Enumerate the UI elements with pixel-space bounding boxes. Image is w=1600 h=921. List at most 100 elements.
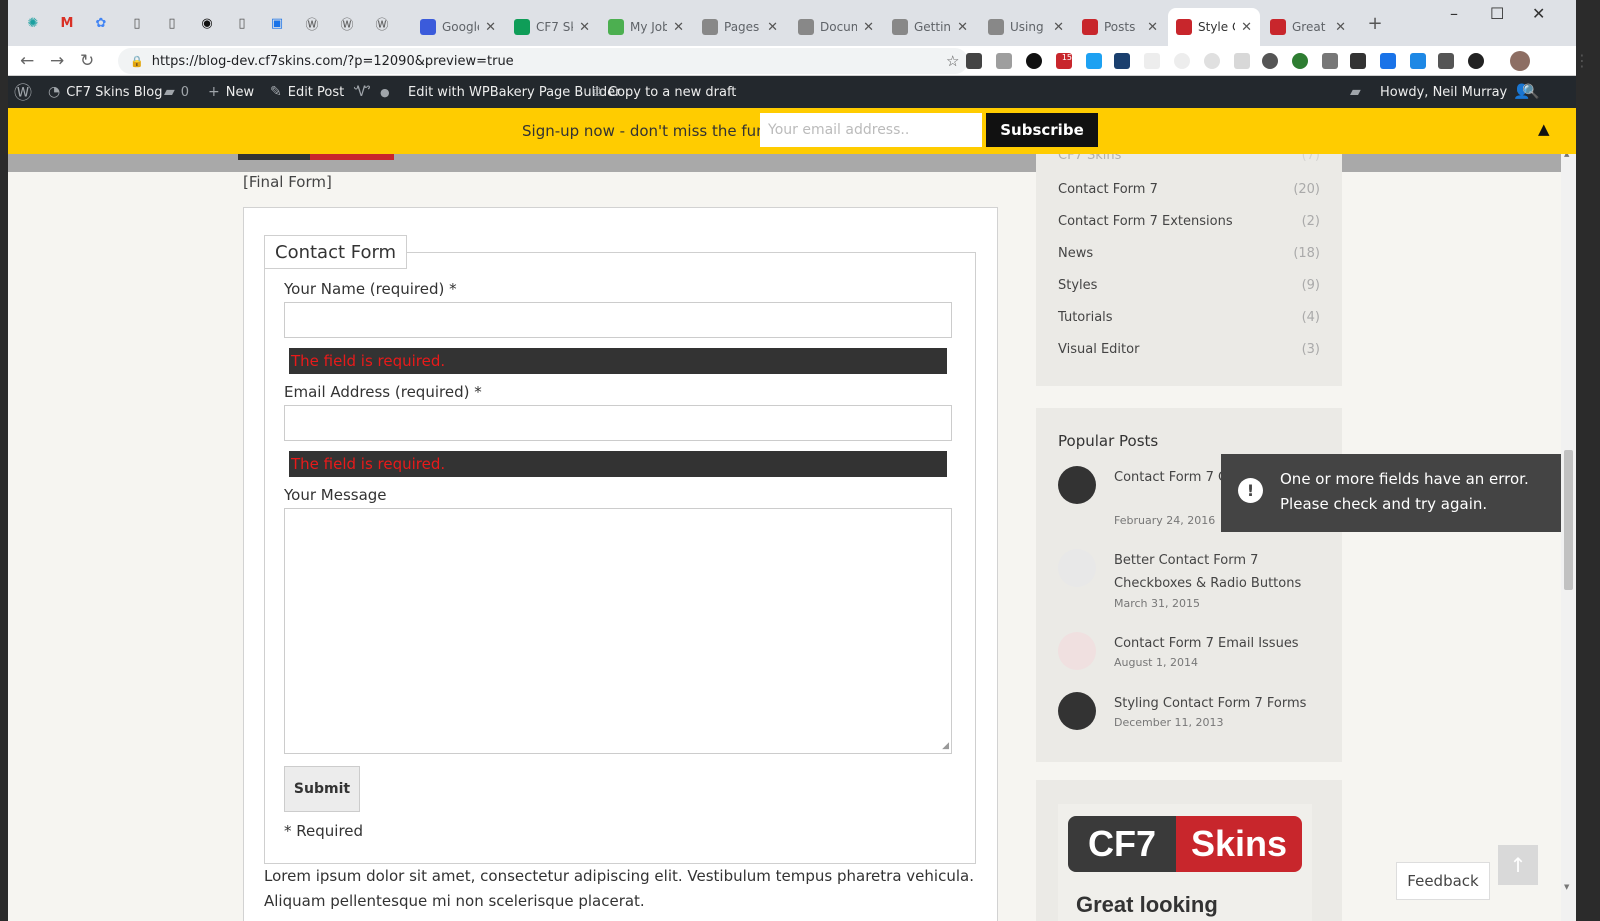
dark-circle-extension-icon[interactable] [1468,53,1484,69]
name-input[interactable] [284,302,952,338]
back-icon[interactable]: ← [20,51,34,71]
tab-close-icon[interactable]: ✕ [673,20,684,35]
category-link[interactable]: Styles (9) [1058,278,1320,293]
pinned-tab-wordpress-icon[interactable]: Ⓦ [338,14,356,33]
copy-draft-link[interactable]: ⧉ Copy to a new draft [592,76,736,108]
pinned-tab-circle-icon[interactable]: ◉ [198,14,216,32]
tab-close-icon[interactable]: ✕ [1053,20,1064,35]
browser-tab[interactable]: Style C ✕ [1168,8,1260,46]
category-link[interactable]: CF7 Skins (7) [1058,154,1320,163]
resize-handle-icon[interactable]: ◢ [942,741,949,751]
cf7-skins-logo[interactable]: CF7 Skins Great looking [1058,804,1312,921]
tab-close-icon[interactable]: ✕ [957,20,968,35]
pinned-tab-drive-icon[interactable]: ✿ [92,14,110,32]
eyedropper-extension-icon[interactable] [1322,53,1338,69]
my-account-link[interactable]: Howdy, Neil Murray 👤 [1380,76,1531,108]
category-link[interactable]: Contact Form 7 (20) [1058,182,1320,197]
pocket-extension-icon[interactable] [966,53,982,69]
post-title-link[interactable]: Better Contact Form 7 Checkboxes & Radio… [1114,549,1324,595]
pinned-tab-page-icon[interactable]: ▯ [233,14,251,32]
address-bar[interactable]: 🔒 https://blog-dev.cf7skins.com/?p=12090… [118,48,968,74]
email-input[interactable] [284,405,952,441]
pinned-tab-chat-icon[interactable]: ▣ [268,14,286,32]
camera-extension-icon[interactable] [996,53,1012,69]
menu-kebab-icon[interactable]: ⋮ [1574,51,1590,70]
image-extension-icon[interactable] [1086,53,1102,69]
category-link[interactable]: Tutorials (4) [1058,310,1320,325]
tab-close-icon[interactable]: ✕ [767,20,778,35]
tab-close-icon[interactable]: ✕ [863,20,874,35]
calendar-extension-icon[interactable]: 15 [1056,53,1072,69]
dark-extension-icon[interactable] [1114,53,1130,69]
comments-link[interactable]: ▰ 0 [164,76,189,108]
post-thumbnail[interactable] [1058,466,1096,504]
scroll-up-icon[interactable]: ▲ [1564,154,1569,158]
wordpress-extension-icon[interactable] [1262,53,1278,69]
category-link[interactable]: News (18) [1058,246,1320,261]
category-link[interactable]: Contact Form 7 Extensions (2) [1058,214,1320,229]
seo-status-dot-icon[interactable]: ● [380,76,390,108]
blue-extension-icon[interactable] [1410,53,1426,69]
scrollbar-thumb[interactable] [1564,450,1573,590]
tab-close-icon[interactable]: ✕ [485,20,496,35]
close-window-icon[interactable]: ✕ [1532,4,1545,23]
collapse-bar-icon[interactable]: ▲ [1538,120,1550,138]
new-content-link[interactable]: + New [208,76,254,108]
browser-tab[interactable]: Great l ✕ [1262,8,1354,46]
bookmark-star-icon[interactable]: ☆ [946,52,959,70]
forward-icon[interactable]: → [50,51,64,71]
pinned-tab-wordpress-icon[interactable]: Ⓦ [373,14,391,33]
message-textarea[interactable]: ◢ [284,508,952,754]
pinned-tab-openai-icon[interactable]: ✺ [24,14,42,32]
signup-email-input[interactable] [760,113,982,147]
pinned-tab-wordpress-icon[interactable]: Ⓦ [303,14,321,33]
tab-close-icon[interactable]: ✕ [1241,20,1252,35]
green-extension-icon[interactable] [1292,53,1308,69]
scroll-down-icon[interactable]: ▼ [1564,883,1569,891]
post-title-link[interactable]: Contact Form 7 Email Issues [1114,632,1324,655]
pinned-tab-page-icon[interactable]: ▯ [163,14,181,32]
wpbakery-link[interactable]: Edit with WPBakery Page Builder [408,76,620,108]
category-link[interactable]: Visual Editor (3) [1058,342,1320,357]
subscribe-button[interactable]: Subscribe [986,113,1098,147]
grey-extension-icon[interactable] [1234,53,1250,69]
new-tab-icon[interactable]: + [1366,13,1384,34]
admin-search-icon[interactable]: 🔍 [1522,76,1539,108]
browser-tab[interactable]: Google ✕ [412,8,504,46]
post-title-link[interactable]: Styling Contact Form 7 Forms [1114,692,1324,715]
profile-avatar[interactable] [1510,51,1530,71]
site-name-link[interactable]: ◔ CF7 Skins Blog [48,76,162,108]
maximize-icon[interactable]: ☐ [1490,4,1504,23]
feedback-button[interactable]: Feedback [1396,862,1490,900]
tab-close-icon[interactable]: ✕ [579,20,590,35]
post-thumbnail[interactable] [1058,632,1096,670]
submit-button[interactable]: Submit [284,766,360,812]
page-scrollbar[interactable]: ▲ ▼ [1561,154,1576,921]
post-thumbnail[interactable] [1058,692,1096,730]
browser-tab[interactable]: Pages ✕ [694,8,786,46]
browser-tab[interactable]: Using C ✕ [980,8,1072,46]
edit-post-link[interactable]: ✎ Edit Post [270,76,344,108]
circle-extension-icon[interactable] [1026,53,1042,69]
pinned-tab-gmail-icon[interactable]: M [58,14,76,32]
reload-icon[interactable]: ↻ [80,51,94,71]
browser-tab[interactable]: My Job ✕ [600,8,692,46]
grey-extension-icon[interactable] [1174,53,1190,69]
check-extension-icon[interactable] [1438,53,1454,69]
browser-tab[interactable]: CF7 Sk ✕ [506,8,598,46]
screenshot-extension-icon[interactable] [1350,53,1366,69]
minimize-icon[interactable]: – [1450,4,1458,23]
grid-extension-icon[interactable] [1380,53,1396,69]
tab-close-icon[interactable]: ✕ [1147,20,1158,35]
tab-close-icon[interactable]: ✕ [1335,20,1346,35]
browser-tab[interactable]: Posts ✕ [1074,8,1166,46]
wordpress-logo-icon[interactable]: Ⓦ [14,76,32,108]
notifications-icon[interactable]: ▰ [1350,76,1361,108]
scroll-to-top-icon[interactable]: ↑ [1498,845,1538,885]
yoast-seo-icon[interactable]: Ꮙ [354,76,371,108]
pinned-tab-page-icon[interactable]: ▯ [128,14,146,32]
grey-extension-icon[interactable] [1144,53,1160,69]
browser-tab[interactable]: Getting ✕ [884,8,976,46]
browser-tab[interactable]: Docum ✕ [790,8,882,46]
grey-extension-icon[interactable] [1204,53,1220,69]
